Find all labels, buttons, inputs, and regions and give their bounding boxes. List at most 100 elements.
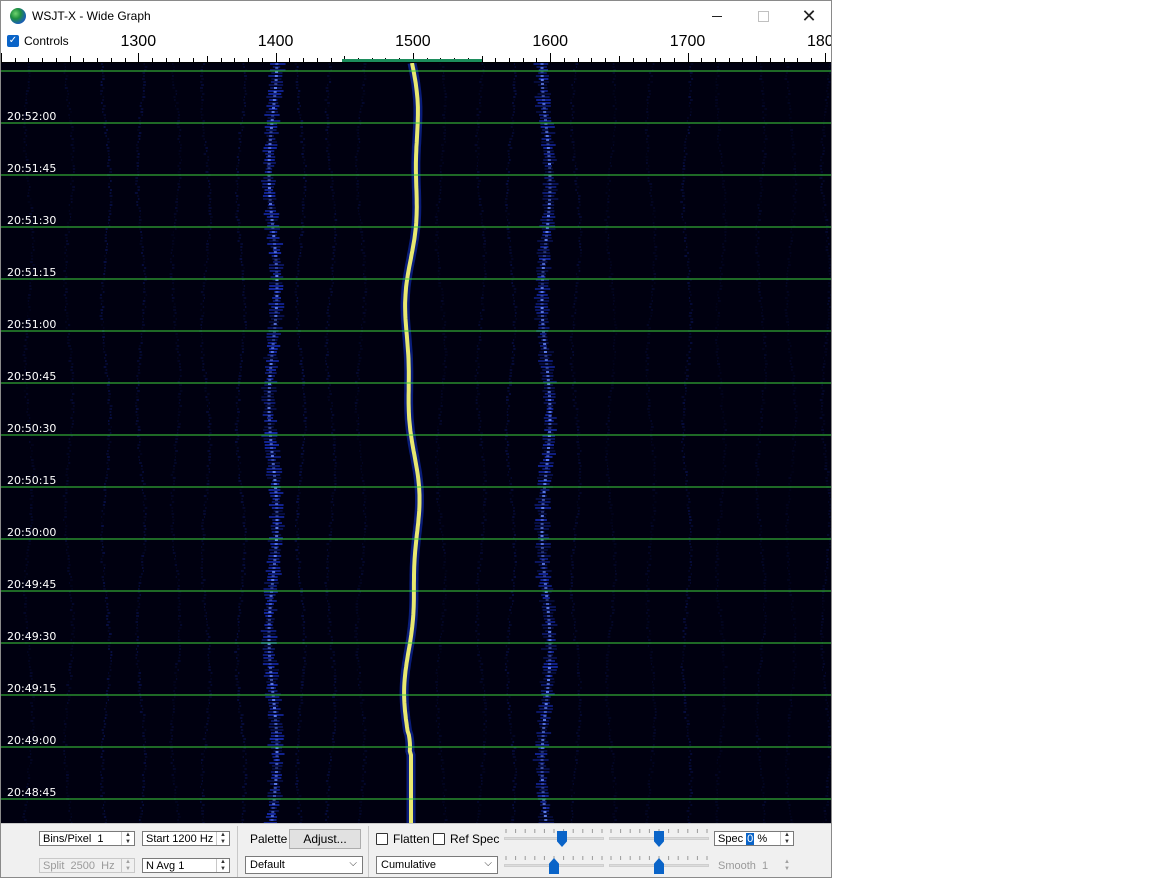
noise-speckle bbox=[26, 402, 29, 404]
noise-speckle bbox=[264, 441, 277, 443]
noise-speckle bbox=[302, 450, 305, 452]
noise-speckle bbox=[724, 219, 727, 221]
noise-speckle bbox=[440, 633, 442, 635]
noise-speckle bbox=[514, 561, 517, 563]
noise-speckle bbox=[477, 639, 480, 641]
noise-speckle bbox=[364, 726, 366, 728]
noise-speckle bbox=[574, 165, 577, 167]
noise-speckle bbox=[238, 630, 240, 632]
noise-speckle bbox=[577, 510, 580, 512]
noise-speckle bbox=[685, 606, 688, 608]
maximize-button[interactable] bbox=[740, 1, 786, 31]
noise-speckle bbox=[202, 312, 205, 314]
noise-speckle bbox=[607, 501, 611, 503]
noise-speckle bbox=[570, 819, 573, 821]
noise-speckle bbox=[724, 240, 727, 242]
noise-speckle bbox=[301, 615, 305, 617]
noise-speckle bbox=[237, 393, 241, 395]
noise-speckle bbox=[572, 105, 575, 107]
noise-speckle bbox=[143, 738, 146, 740]
noise-speckle bbox=[610, 768, 614, 770]
noise-speckle bbox=[569, 120, 572, 122]
noise-speckle bbox=[174, 453, 177, 455]
noise-speckle bbox=[101, 63, 103, 65]
noise-speckle bbox=[483, 717, 485, 719]
noise-speckle bbox=[294, 63, 297, 65]
noise-speckle bbox=[612, 540, 616, 542]
noise-speckle bbox=[175, 342, 178, 344]
noise-speckle bbox=[32, 717, 35, 719]
close-button[interactable]: ✕ bbox=[786, 1, 831, 31]
noise-speckle bbox=[717, 312, 721, 314]
noise-speckle bbox=[720, 171, 723, 173]
noise-speckle bbox=[504, 210, 508, 212]
noise-speckle bbox=[652, 63, 655, 65]
noise-speckle bbox=[439, 528, 442, 530]
controls-checkbox[interactable]: ✓ Controls bbox=[7, 34, 69, 48]
noise-speckle bbox=[513, 90, 517, 92]
noise-speckle bbox=[572, 816, 574, 818]
noise-speckle bbox=[24, 600, 28, 602]
noise-speckle bbox=[508, 153, 510, 155]
noise-speckle bbox=[651, 297, 653, 299]
noise-speckle bbox=[304, 183, 306, 185]
noise-speckle bbox=[102, 555, 104, 557]
noise-speckle bbox=[688, 81, 692, 83]
noise-speckle bbox=[681, 441, 683, 443]
noise-speckle bbox=[138, 588, 140, 590]
noise-speckle bbox=[611, 624, 614, 626]
noise-speckle bbox=[243, 114, 246, 116]
noise-speckle bbox=[169, 273, 173, 275]
noise-speckle bbox=[241, 252, 243, 254]
noise-speckle bbox=[30, 255, 34, 257]
noise-speckle bbox=[243, 318, 246, 320]
minimize-button[interactable] bbox=[694, 1, 740, 31]
waterfall-display[interactable]: 20:52:00 20:51:45 20:51:30 20:51:15 20:51:00… bbox=[1, 63, 831, 823]
noise-speckle bbox=[141, 480, 144, 482]
noise-speckle bbox=[514, 75, 517, 77]
noise-speckle bbox=[330, 291, 333, 293]
scale-tick bbox=[715, 58, 716, 62]
noise-speckle bbox=[476, 645, 479, 647]
noise-speckle bbox=[143, 531, 146, 533]
noise-speckle bbox=[30, 510, 33, 512]
noise-speckle bbox=[722, 180, 725, 182]
noise-speckle bbox=[266, 105, 280, 107]
noise-speckle bbox=[236, 633, 239, 635]
noise-speckle bbox=[721, 243, 725, 245]
noise-speckle bbox=[359, 696, 362, 698]
noise-speckle bbox=[327, 609, 330, 611]
noise-speckle bbox=[573, 603, 575, 605]
noise-speckle bbox=[236, 189, 238, 191]
frequency-scale[interactable]: ✓ Controls 130014001500160017001800 bbox=[1, 31, 831, 63]
noise-speckle bbox=[268, 801, 279, 803]
noise-speckle bbox=[140, 231, 142, 233]
noise-speckle bbox=[652, 507, 656, 509]
noise-speckle bbox=[364, 525, 368, 527]
noise-speckle bbox=[177, 585, 180, 587]
noise-speckle bbox=[682, 456, 686, 458]
noise-speckle bbox=[175, 195, 179, 197]
noise-speckle bbox=[654, 492, 658, 494]
noise-speckle bbox=[208, 423, 212, 425]
noise-speckle bbox=[104, 240, 108, 242]
noise-speckle bbox=[479, 444, 483, 446]
noise-speckle bbox=[335, 711, 337, 713]
noise-speckle bbox=[137, 198, 140, 200]
noise-speckle bbox=[170, 720, 173, 722]
noise-speckle bbox=[334, 717, 337, 719]
noise-speckle bbox=[62, 741, 66, 743]
noise-speckle bbox=[298, 492, 301, 494]
noise-speckle bbox=[172, 549, 175, 551]
noise-speckle bbox=[330, 756, 332, 758]
noise-speckle bbox=[104, 714, 108, 716]
noise-speckle bbox=[653, 732, 656, 734]
noise-speckle bbox=[24, 396, 27, 398]
noise-speckle bbox=[201, 819, 204, 821]
noise-speckle bbox=[542, 597, 550, 599]
noise-speckle bbox=[436, 453, 439, 455]
noise-speckle bbox=[534, 525, 551, 527]
noise-speckle bbox=[327, 387, 330, 389]
noise-speckle bbox=[478, 405, 480, 407]
noise-speckle bbox=[136, 393, 138, 395]
